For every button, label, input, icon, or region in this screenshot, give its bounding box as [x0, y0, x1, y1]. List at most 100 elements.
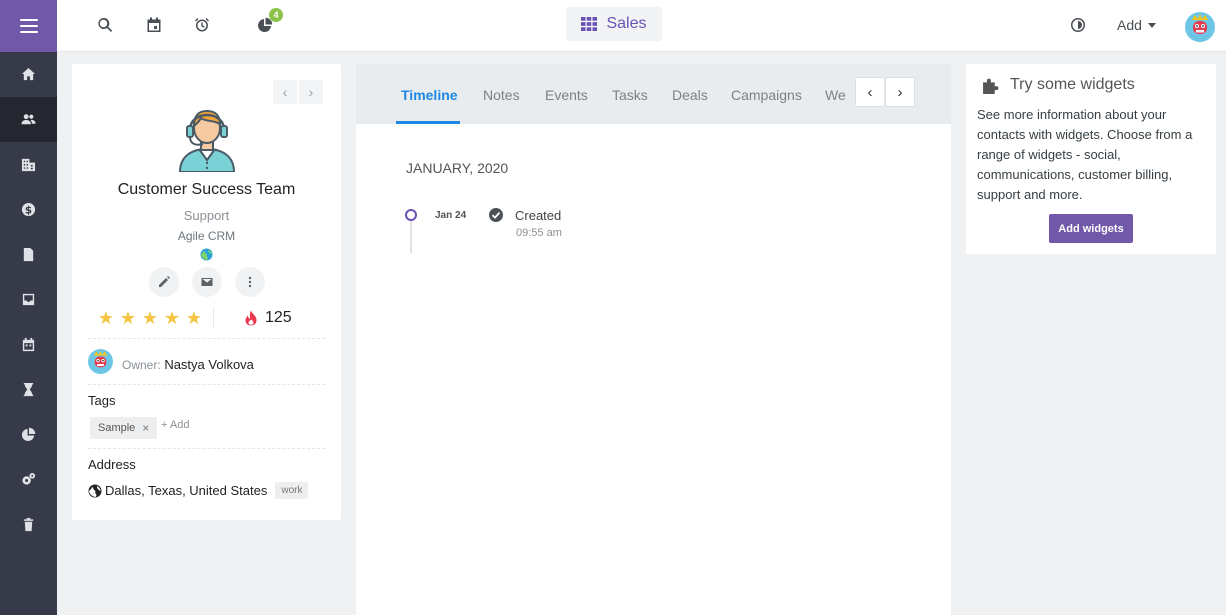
section-divider: [88, 448, 325, 449]
owner-label: Owner:: [122, 358, 161, 372]
address-text: Dallas, Texas, United States: [105, 483, 268, 498]
check-circle-icon: [489, 208, 503, 222]
contrast-icon: [1071, 18, 1085, 32]
inbox-icon: [22, 293, 35, 306]
contact-actions: [149, 267, 265, 297]
globe-icon: [88, 484, 102, 497]
calendar-icon: [22, 337, 35, 352]
rating-divider: [213, 308, 214, 328]
tags-heading: Tags: [88, 393, 116, 408]
address-row: Dallas, Texas, United States work: [88, 482, 309, 499]
sidebar-item-deals[interactable]: $: [0, 187, 57, 232]
tab-timeline[interactable]: Timeline: [401, 87, 458, 103]
sidebar-item-trash[interactable]: [0, 502, 57, 547]
sidebar-item-reports[interactable]: [0, 412, 57, 457]
contacts-icon: [21, 114, 36, 125]
reports-icon: [21, 427, 36, 442]
sidebar-item-companies[interactable]: [0, 142, 57, 187]
contact-avatar: [178, 109, 236, 172]
star-icon[interactable]: ★: [118, 308, 138, 328]
reminders-button[interactable]: [192, 15, 212, 35]
globe-icon[interactable]: [200, 248, 213, 261]
timeline-month-heading: JANUARY, 2020: [406, 160, 509, 176]
tab-tasks[interactable]: Tasks: [612, 87, 648, 103]
contact-role: Support: [183, 208, 230, 223]
sales-dashboard-button[interactable]: Sales: [566, 7, 662, 41]
section-divider: [88, 338, 325, 339]
sidebar-item-documents[interactable]: [0, 232, 57, 277]
star-icon[interactable]: ★: [184, 308, 204, 328]
chevron-left-icon: ‹: [282, 84, 288, 100]
companies-icon: [21, 158, 36, 172]
sales-label: Sales: [606, 15, 647, 32]
user-avatar[interactable]: [1185, 12, 1215, 42]
sidebar-item-settings[interactable]: [0, 457, 57, 502]
add-dropdown[interactable]: Add: [1117, 17, 1156, 33]
calendar-button[interactable]: [144, 15, 164, 35]
add-tag-link[interactable]: + Add: [161, 419, 189, 431]
scroll-tabs-right-button[interactable]: ›: [886, 78, 914, 106]
edit-contact-button[interactable]: [149, 267, 179, 297]
lead-score-value: 125: [265, 309, 292, 326]
envelope-icon: [201, 278, 213, 286]
email-contact-button[interactable]: [192, 267, 222, 297]
theme-toggle-button[interactable]: [1068, 15, 1088, 35]
star-rating[interactable]: ★ ★ ★ ★ ★: [96, 308, 204, 328]
more-actions-button[interactable]: [235, 267, 265, 297]
search-button[interactable]: [95, 15, 115, 35]
timeline-entry-date: Jan 24: [435, 210, 467, 221]
tab-bar: Timeline Notes Events Tasks Deals Campai…: [356, 64, 951, 124]
add-widgets-button[interactable]: Add widgets: [1049, 214, 1133, 243]
widgets-title: Try some widgets: [1010, 76, 1135, 93]
svg-text:$: $: [25, 204, 32, 216]
star-icon[interactable]: ★: [140, 308, 160, 328]
tab-scroller: ‹ ›: [856, 78, 914, 106]
flame-icon: [245, 310, 257, 326]
tab-campaigns[interactable]: Campaigns: [731, 87, 802, 103]
documents-icon: [23, 247, 34, 262]
address-heading: Address: [88, 457, 136, 472]
tab-deals[interactable]: Deals: [672, 87, 708, 103]
settings-icon: [22, 472, 36, 485]
search-icon: [98, 17, 113, 32]
address-type-badge: work: [275, 482, 309, 499]
next-contact-button[interactable]: ›: [299, 80, 323, 104]
chevron-right-icon: ›: [308, 84, 314, 100]
owner-name[interactable]: Nastya Volkova: [164, 357, 254, 372]
tab-notes[interactable]: Notes: [483, 87, 520, 103]
contact-card: ‹ › Customer Success Team Support Agile …: [72, 64, 341, 520]
scroll-tabs-left-button[interactable]: ‹: [856, 78, 884, 106]
timeline-marker: [405, 209, 417, 221]
tag-label: Sample: [98, 422, 136, 434]
deals-icon: $: [21, 202, 36, 216]
chevron-left-icon: ‹: [867, 83, 873, 101]
owner-info: Owner: Nastya Volkova: [122, 357, 254, 372]
star-icon[interactable]: ★: [96, 308, 116, 328]
lead-score: 125: [244, 309, 292, 327]
tab-web[interactable]: We: [825, 87, 846, 103]
activity-button[interactable]: 4: [255, 8, 283, 35]
sidebar-item-home[interactable]: [0, 52, 57, 97]
previous-contact-button[interactable]: ‹: [273, 80, 297, 104]
widgets-panel: Try some widgets See more information ab…: [966, 64, 1216, 254]
tag-chip[interactable]: Sample ×: [90, 417, 158, 439]
caret-down-icon: [1147, 22, 1156, 28]
sidebar-item-hourglass[interactable]: [0, 367, 57, 412]
widgets-description: See more information about your contacts…: [977, 107, 1193, 202]
trash-icon: [23, 517, 34, 532]
timeline-panel: Timeline Notes Events Tasks Deals Campai…: [356, 64, 951, 615]
sidebar-item-calendar[interactable]: [0, 322, 57, 367]
pencil-icon: [159, 276, 170, 287]
sidebar-item-inbox[interactable]: [0, 277, 57, 322]
remove-tag-icon[interactable]: ×: [142, 421, 149, 435]
top-bar: 4 Sales Add: [57, 0, 1226, 52]
menu-toggle-button[interactable]: [0, 0, 57, 52]
contact-company-link[interactable]: Agile CRM: [72, 229, 341, 243]
notification-badge: 4: [269, 8, 283, 22]
home-icon: [21, 67, 36, 81]
star-icon[interactable]: ★: [162, 308, 182, 328]
sidebar-item-contacts[interactable]: [0, 97, 57, 142]
section-divider: [88, 384, 325, 385]
tab-events[interactable]: Events: [545, 87, 588, 103]
grid-icon: [581, 17, 598, 31]
